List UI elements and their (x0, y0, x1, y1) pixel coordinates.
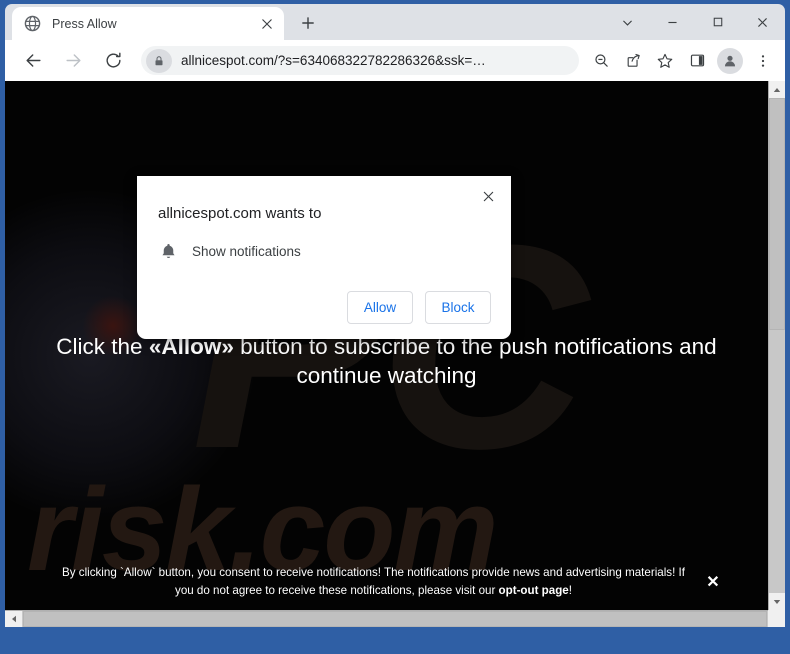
scroll-up-arrow-icon[interactable] (769, 81, 785, 98)
browser-tab[interactable]: Press Allow (12, 7, 284, 40)
dialog-actions: Allow Block (157, 291, 491, 324)
tab-search-chevron-down-icon[interactable] (605, 7, 650, 37)
headline-prefix: Click the (56, 334, 149, 359)
permission-row: Show notifications (159, 242, 491, 261)
tab-title: Press Allow (52, 16, 117, 31)
block-button[interactable]: Block (425, 291, 491, 324)
browser-window: Press Allow allnicespot.com/?s=634068322… (0, 0, 790, 654)
browser-toolbar: allnicespot.com/?s=634068322782286326&ss… (5, 40, 785, 81)
opt-out-link[interactable]: opt-out page (499, 584, 569, 597)
vertical-scrollbar-thumb[interactable] (769, 98, 785, 330)
globe-icon (24, 15, 41, 32)
minimize-button[interactable] (650, 7, 695, 37)
page-headline: Click the «Allow» button to subscribe to… (5, 333, 768, 390)
scroll-down-arrow-icon[interactable] (769, 593, 785, 610)
horizontal-scrollbar-thumb[interactable] (23, 611, 767, 627)
address-bar[interactable]: allnicespot.com/?s=634068322782286326&ss… (141, 46, 579, 75)
three-dot-menu-icon[interactable] (749, 47, 777, 75)
window-controls (605, 4, 785, 40)
back-arrow-icon[interactable] (18, 46, 48, 76)
scrollbar-corner (768, 610, 785, 627)
banner-line2-suffix: ! (568, 584, 572, 598)
new-tab-button[interactable] (293, 8, 323, 38)
tab-close-icon[interactable] (256, 13, 278, 35)
scroll-left-arrow-icon[interactable] (5, 611, 22, 627)
side-panel-icon[interactable] (683, 47, 711, 75)
page-content: PC risk.com Click the «Allow» button to … (5, 81, 768, 610)
vertical-scrollbar[interactable] (768, 81, 785, 610)
consent-banner-text: By clicking `Allow` button, you consent … (55, 564, 692, 600)
dialog-close-icon[interactable] (475, 183, 501, 209)
share-icon[interactable] (619, 47, 647, 75)
page-viewport: PC risk.com Click the «Allow» button to … (5, 81, 785, 627)
close-button[interactable] (740, 7, 785, 37)
consent-banner: By clicking `Allow` button, you consent … (5, 564, 768, 600)
forward-arrow-icon[interactable] (58, 46, 88, 76)
dialog-title: allnicespot.com wants to (158, 205, 322, 222)
reload-icon[interactable] (98, 46, 128, 76)
zoom-out-icon[interactable] (587, 47, 615, 75)
lock-icon[interactable] (146, 48, 172, 73)
permission-label: Show notifications (192, 244, 301, 259)
maximize-button[interactable] (695, 7, 740, 37)
horizontal-scrollbar[interactable] (5, 610, 785, 627)
headline-suffix: button to subscribe to the push notifica… (233, 334, 717, 388)
tab-strip: Press Allow (5, 4, 785, 40)
allow-button[interactable]: Allow (347, 291, 413, 324)
banner-line1: By clicking `Allow` button, you consent … (62, 566, 622, 580)
banner-close-icon[interactable]: ✕ (698, 572, 728, 592)
profile-avatar-icon[interactable] (717, 47, 743, 74)
url-text[interactable]: allnicespot.com/?s=634068322782286326&ss… (181, 53, 579, 68)
bookmark-star-icon[interactable] (651, 47, 679, 75)
notification-permission-dialog: allnicespot.com wants to Show notificati… (137, 176, 511, 339)
bell-icon (159, 242, 178, 261)
